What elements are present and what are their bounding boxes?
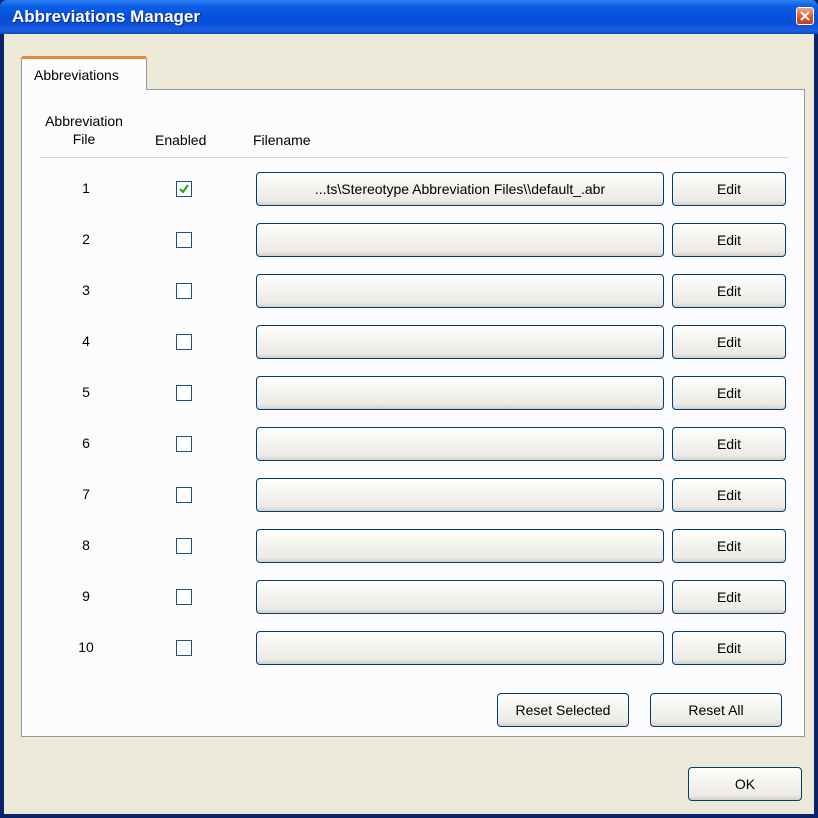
enabled-checkbox[interactable] <box>176 538 192 554</box>
edit-button[interactable]: Edit <box>672 427 786 461</box>
row-number: 6 <box>82 435 90 451</box>
close-icon <box>800 11 810 21</box>
filename-button[interactable]: ...ts\Stereotype Abbreviation Files\\def… <box>256 172 664 206</box>
filename-button[interactable] <box>256 325 664 359</box>
enabled-checkbox[interactable] <box>176 334 192 350</box>
row-number: 9 <box>82 588 90 604</box>
edit-button[interactable]: Edit <box>672 478 786 512</box>
edit-button[interactable]: Edit <box>672 223 786 257</box>
row-number: 3 <box>82 282 90 298</box>
filename-button[interactable] <box>256 580 664 614</box>
dialog-window: Abbreviations Manager Abbreviations Abbr… <box>0 0 818 818</box>
filename-button[interactable] <box>256 631 664 665</box>
edit-button[interactable]: Edit <box>672 325 786 359</box>
row-number: 7 <box>82 486 90 502</box>
row-number: 2 <box>82 231 90 247</box>
close-button[interactable] <box>796 7 814 25</box>
enabled-checkbox[interactable] <box>176 436 192 452</box>
reset-selected-button[interactable]: Reset Selected <box>497 693 629 727</box>
header-divider <box>40 157 788 158</box>
ok-button[interactable]: OK <box>688 767 802 801</box>
enabled-checkbox[interactable] <box>176 385 192 401</box>
enabled-checkbox[interactable] <box>176 232 192 248</box>
row-number: 1 <box>82 180 90 196</box>
row-number: 8 <box>82 537 90 553</box>
edit-button[interactable]: Edit <box>672 631 786 665</box>
row-number: 10 <box>78 639 94 655</box>
window-title: Abbreviations Manager <box>12 7 200 26</box>
enabled-checkbox[interactable] <box>176 487 192 503</box>
column-header-abbreviation-file-text: Abbreviation File <box>45 113 123 147</box>
filename-button[interactable] <box>256 223 664 257</box>
filename-button[interactable] <box>256 427 664 461</box>
tab-label: Abbreviations <box>34 67 119 83</box>
edit-button[interactable]: Edit <box>672 376 786 410</box>
row-number: 4 <box>82 333 90 349</box>
tab-abbreviations[interactable]: Abbreviations <box>21 56 147 90</box>
title-bar[interactable]: Abbreviations Manager <box>0 0 818 34</box>
filename-button[interactable] <box>256 274 664 308</box>
enabled-checkbox[interactable] <box>176 181 192 197</box>
tab-active-indicator <box>21 56 147 59</box>
edit-button[interactable]: Edit <box>672 172 786 206</box>
reset-all-button[interactable]: Reset All <box>650 693 782 727</box>
enabled-checkbox[interactable] <box>176 640 192 656</box>
filename-button[interactable] <box>256 376 664 410</box>
edit-button[interactable]: Edit <box>672 580 786 614</box>
edit-button[interactable]: Edit <box>672 529 786 563</box>
edit-button[interactable]: Edit <box>672 274 786 308</box>
column-header-filename: Filename <box>253 132 311 148</box>
enabled-checkbox[interactable] <box>176 589 192 605</box>
column-header-enabled: Enabled <box>155 132 207 148</box>
column-header-abbreviation-file: Abbreviation File <box>36 112 132 148</box>
enabled-checkbox[interactable] <box>176 283 192 299</box>
checkmark-icon <box>179 184 189 194</box>
row-number: 5 <box>82 384 90 400</box>
filename-button[interactable] <box>256 529 664 563</box>
filename-button[interactable] <box>256 478 664 512</box>
